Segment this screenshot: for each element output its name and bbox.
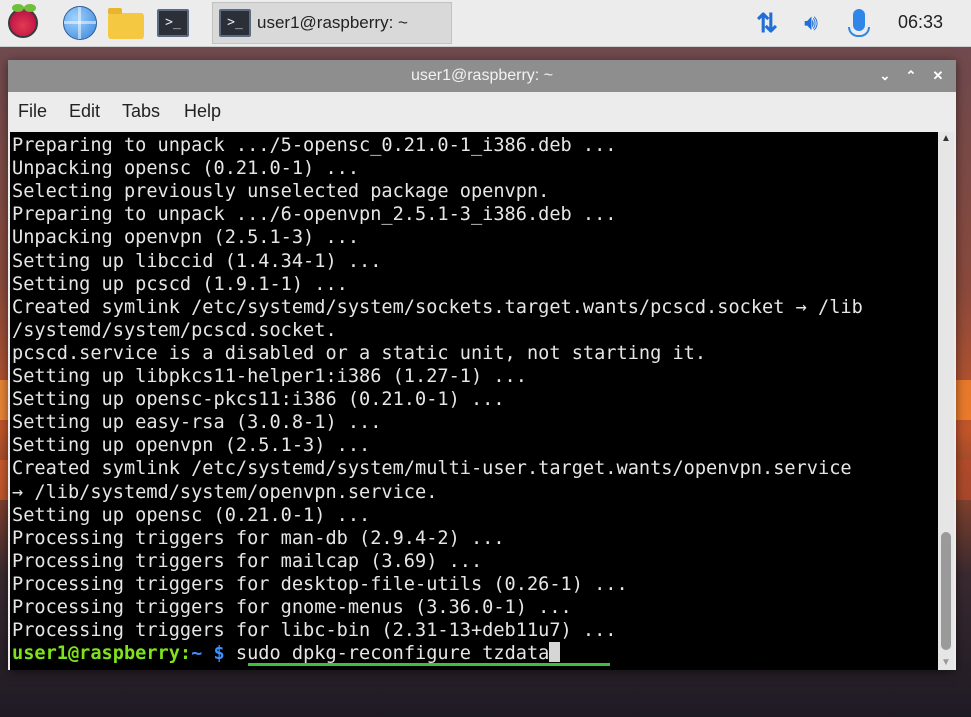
- terminal-scrollbar[interactable]: ▲ ▼: [938, 132, 954, 670]
- scroll-thumb[interactable]: [941, 532, 951, 650]
- terminal-window: user1@raspberry: ~ ⌄ ⌃ ✕ File Edit Tabs …: [8, 60, 956, 670]
- prompt-user-host: user1@raspberry: [12, 643, 180, 665]
- terminal-line: Unpacking opensc (0.21.0-1) ...: [12, 158, 360, 180]
- prompt-symbol: $: [202, 643, 236, 665]
- terminal-line: Processing triggers for gnome-menus (3.3…: [12, 597, 572, 618]
- minimize-button[interactable]: ⌄: [876, 67, 894, 85]
- file-manager-icon[interactable]: [108, 5, 144, 41]
- taskbar-window-title: user1@raspberry: ~: [257, 13, 408, 32]
- menu-tabs[interactable]: Tabs: [122, 101, 160, 122]
- web-browser-icon[interactable]: [62, 5, 98, 41]
- microphone-icon[interactable]: [846, 6, 872, 40]
- prompt-line[interactable]: user1@raspberry:~ $ sudo dpkg-reconfigur…: [12, 642, 561, 665]
- terminal-line: /systemd/system/pcscd.socket.: [12, 319, 337, 341]
- menu-help[interactable]: Help: [184, 101, 221, 122]
- network-icon[interactable]: ⇅: [752, 6, 782, 40]
- window-title: user1@raspberry: ~: [410, 67, 554, 84]
- terminal-line: Setting up openvpn (2.5.1-3) ...: [12, 435, 371, 457]
- close-button[interactable]: ✕: [929, 67, 947, 85]
- terminal-icon[interactable]: >_: [155, 5, 191, 41]
- terminal-line: Preparing to unpack .../6-openvpn_2.5.1-…: [12, 204, 617, 226]
- taskbar: >_ >_ user1@raspberry: ~ ⇅ 🔊︎ 06:33: [0, 0, 971, 47]
- scroll-up-arrow-icon[interactable]: ▲: [938, 132, 954, 146]
- terminal-line: Setting up libccid (1.4.34-1) ...: [12, 250, 382, 272]
- window-titlebar[interactable]: user1@raspberry: ~ ⌄ ⌃ ✕: [8, 60, 956, 92]
- terminal-line: pcscd.service is a disabled or a static …: [12, 342, 707, 364]
- terminal-line: Preparing to unpack .../5-opensc_0.21.0-…: [12, 135, 617, 156]
- taskbar-window-button[interactable]: >_ user1@raspberry: ~: [212, 2, 452, 44]
- command-input[interactable]: sudo dpkg-reconfigure tzdata: [236, 643, 549, 664]
- terminal-line: Setting up opensc (0.21.0-1) ...: [12, 504, 371, 526]
- terminal-line: Setting up opensc-pkcs11:i386 (0.21.0-1)…: [12, 389, 505, 411]
- volume-icon[interactable]: 🔊︎: [794, 6, 828, 40]
- terminal-line: Processing triggers for desktop-file-uti…: [12, 573, 628, 595]
- highlight-underline: [248, 663, 610, 666]
- terminal-line: Created symlink /etc/systemd/system/sock…: [12, 296, 863, 318]
- clock[interactable]: 06:33: [898, 12, 943, 33]
- prompt-separator: :: [179, 643, 192, 665]
- terminal-line: Setting up pcscd (1.9.1-1) ...: [12, 273, 348, 295]
- menu-edit[interactable]: Edit: [69, 101, 100, 122]
- raspberry-icon[interactable]: [5, 4, 41, 41]
- terminal-line: Unpacking openvpn (2.5.1-3) ...: [12, 227, 360, 249]
- terminal-output[interactable]: Preparing to unpack .../5-opensc_0.21.0-…: [10, 132, 938, 670]
- terminal-line: Setting up easy-rsa (3.0.8-1) ...: [12, 412, 382, 434]
- terminal-line: → /lib/systemd/system/openvpn.service.: [12, 481, 438, 503]
- terminal-line: Processing triggers for man-db (2.9.4-2)…: [12, 527, 505, 549]
- terminal-line: Processing triggers for mailcap (3.69) .…: [12, 550, 483, 572]
- terminal-icon: >_: [219, 9, 251, 37]
- terminal-line: Setting up libpkcs11-helper1:i386 (1.27-…: [12, 366, 527, 387]
- menubar: File Edit Tabs Help: [8, 92, 956, 130]
- text-cursor: [549, 642, 561, 663]
- terminal-line: Created symlink /etc/systemd/system/mult…: [12, 458, 852, 480]
- terminal-line: Selecting previously unselected package …: [12, 181, 550, 203]
- terminal-line: Processing triggers for libc-bin (2.31-1…: [12, 620, 617, 642]
- prompt-path: ~: [191, 643, 203, 665]
- maximize-button[interactable]: ⌃: [902, 67, 920, 85]
- scroll-down-arrow-icon[interactable]: ▼: [938, 656, 954, 670]
- menu-file[interactable]: File: [18, 101, 47, 122]
